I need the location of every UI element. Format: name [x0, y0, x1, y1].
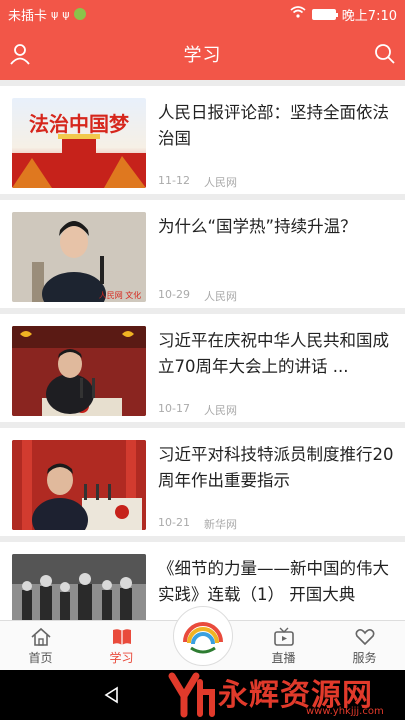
article-date: 10-17 [158, 402, 190, 415]
search-icon [375, 44, 395, 64]
app-notification-icon [73, 8, 86, 20]
usb-icon: ψ [51, 7, 59, 21]
article-thumbnail [12, 326, 146, 416]
thumb-caption: 法治中国梦 [29, 112, 130, 136]
article-thumbnail [12, 440, 146, 530]
article-date: 10-29 [158, 288, 190, 301]
article-thumbnail [12, 554, 146, 620]
article-title: 习近平对科技特派员制度推行20周年作出重要指示 [158, 445, 394, 490]
tab-label: 学习 [109, 650, 134, 665]
watermark-logo-icon [168, 672, 215, 718]
watermark-url: www.yhkjjj.com [306, 706, 384, 717]
article-date: 10-21 [158, 516, 190, 529]
article-meta: 10-17 人民网 [158, 402, 237, 418]
article-card[interactable]: 人民网 文化 为什么“国学热”持续升温？ 10-29 人民网 [0, 200, 405, 308]
wifi-icon [290, 6, 306, 22]
battery-icon [311, 8, 338, 20]
article-title: 为什么“国学热”持续升温？ [158, 217, 357, 236]
user-icon [10, 44, 30, 65]
tab-label: 首页 [28, 650, 53, 665]
tab-live[interactable]: 直播 [243, 621, 324, 671]
article-title: 人民日报评论部：坚持全面依法治国 [158, 103, 389, 148]
tv-icon [273, 627, 294, 646]
article-date: 11-12 [158, 174, 190, 187]
back-button[interactable] [100, 683, 124, 707]
user-button[interactable] [6, 40, 34, 68]
article-source: 人民网 [203, 404, 237, 417]
carrier-text: 未插卡 [8, 8, 48, 24]
article-source: 人民网 [203, 176, 237, 189]
tab-service[interactable]: 服务 [324, 621, 405, 671]
article-meta: 10-29 人民网 [158, 288, 237, 304]
article-title: 习近平在庆祝中华人民共和国成立70周年大会上的讲话 ... [158, 331, 389, 376]
article-thumbnail: 人民网 文化 [12, 212, 146, 302]
article-meta: 10-21 新华网 [158, 516, 237, 532]
tab-label: 直播 [271, 650, 296, 665]
tab-home[interactable]: 首页 [0, 621, 81, 671]
center-logo-button[interactable] [173, 606, 233, 666]
article-source: 人民网 [203, 290, 237, 303]
heart-hand-icon [355, 628, 374, 645]
article-feed[interactable]: 法治中国梦 人民日报评论部：坚持全面依法治国 11-12 人民网 人民网 文化 … [0, 80, 405, 620]
article-title: 《细节的力量——新中国的伟大实践》连载（1） 开国大典 [158, 559, 389, 604]
status-bar: 未插卡 ψ ψ 晚上7:10 [0, 0, 405, 28]
book-icon [112, 628, 131, 645]
usb-icon: ψ [62, 7, 70, 21]
article-card[interactable]: 习近平在庆祝中华人民共和国成立70周年大会上的讲话 ... 10-17 人民网 [0, 314, 405, 422]
tab-study[interactable]: 学习 [81, 621, 162, 671]
article-card[interactable]: 法治中国梦 人民日报评论部：坚持全面依法治国 11-12 人民网 [0, 86, 405, 194]
back-icon [104, 686, 118, 704]
watermark: 永辉资源网 www.yhkjjj.com [166, 668, 401, 720]
article-card[interactable]: 习近平对科技特派员制度推行20周年作出重要指示 10-21 新华网 [0, 428, 405, 536]
app-header: 学习 [0, 28, 405, 80]
article-source: 新华网 [203, 518, 237, 531]
article-thumbnail: 法治中国梦 [12, 98, 146, 188]
page-title: 学习 [183, 45, 222, 66]
tab-label: 服务 [352, 650, 377, 665]
article-meta: 11-12 人民网 [158, 174, 237, 190]
search-button[interactable] [371, 40, 399, 68]
home-icon [30, 627, 51, 646]
thumb-caption: 人民网 文化 [99, 290, 142, 300]
rainbow-logo-icon [183, 622, 223, 654]
clock: 晚上7:10 [341, 8, 397, 24]
